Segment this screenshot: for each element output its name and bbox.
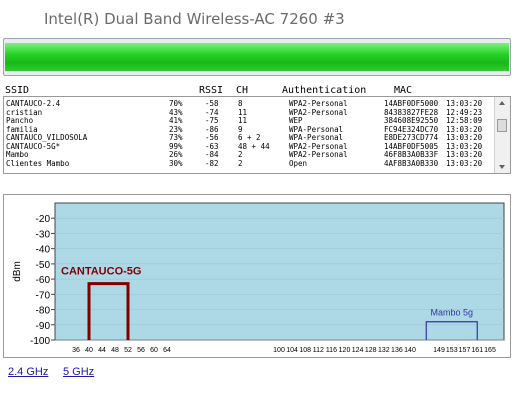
cell-ssid: Mambo [6,150,29,159]
y-tick-label: -40 [36,245,51,256]
x-tick-label: 132 [378,347,390,354]
x-tick-label: 157 [459,347,471,354]
tab-5-ghz[interactable]: 5 GHz [63,366,94,378]
signal-strength-bar [3,38,511,76]
x-tick-label: 40 [85,347,93,354]
network-label: CANTAUCO-5G [61,266,141,278]
x-tick-label: 153 [446,347,458,354]
x-tick-label: 64 [163,347,171,354]
cell-mac: 46F8B3A0B33F [384,150,439,159]
cell-rssi: -84 [205,150,219,159]
column-header-authentication[interactable]: Authentication [282,85,366,96]
cell-ch: 2 [238,150,243,159]
y-tick-label: -50 [36,260,51,271]
column-header-ch[interactable]: CH [236,85,248,96]
cell-pct: 26% [169,150,183,159]
x-tick-label: 108 [299,347,311,354]
x-tick-label: 165 [484,347,496,354]
x-tick-label: 140 [404,347,416,354]
cell-mac: 4AF8B3A0B330 [384,158,439,168]
x-tick-label: 120 [339,347,351,354]
list-scrollbar[interactable] [494,97,510,173]
x-tick-label: 36 [72,347,80,354]
cell-auth: Open [289,158,308,168]
cell-time: 13:03:20 [446,133,483,142]
cell-ch: 48 + 44 [238,141,270,151]
network-list[interactable]: CANTAUCO-2.4 70% -58 8 WPA2-Personal 14ABF0DF… [3,96,511,174]
y-tick-label: -90 [36,321,51,332]
x-tick-label: 100 [273,347,285,354]
cell-time: 13:03:20 [446,99,483,108]
network-label: Mambo 5g [430,308,473,318]
x-tick-label: 116 [326,347,337,354]
cell-ch: 8 [238,99,243,108]
tab-2-4-ghz[interactable]: 2.4 GHz [8,366,48,378]
x-tick-label: 161 [471,347,483,354]
cell-ch: 11 [238,116,248,125]
cell-ssid: Pancho [6,116,34,125]
y-tick-label: -60 [36,275,51,286]
scroll-down-icon[interactable] [499,165,505,169]
cell-mac: E8DE273CD774 [384,133,439,142]
cell-rssi: -82 [205,158,219,168]
y-tick-label: -80 [36,306,51,317]
x-tick-label: 104 [286,347,298,354]
x-tick-label: 48 [111,347,119,354]
channel-chart-frame: -20 -30 -40 -50 -60 -70 -80 -90 -100 dBm 36 40 44 48 5… [3,194,511,358]
x-tick-label: 56 [137,347,145,354]
x-tick-label: 60 [150,347,158,354]
y-axis-label: dBm [12,261,23,282]
cell-auth: WPA2-Personal [289,150,348,159]
cell-auth: WEP [289,116,303,125]
cell-auth: WPA-Personal [289,133,344,142]
y-tick-label: -100 [30,336,50,347]
cell-time: 12:58:09 [446,116,483,125]
cell-rssi: -56 [205,133,219,142]
cell-mac: 384608E92550 [384,116,439,125]
cell-ssid: Clientes Mambo [6,158,70,168]
signal-strength-fill [5,43,509,71]
column-header-ssid[interactable]: SSID [5,85,29,96]
scroll-thumb[interactable] [497,119,507,132]
column-header-rssi[interactable]: RSSI [199,85,223,96]
cell-rssi: -75 [205,116,219,125]
cell-mac: 14ABF0DF5000 [384,99,439,108]
cell-ch: 2 [238,158,243,168]
y-tick-label: -20 [36,214,51,225]
cell-ch: 6 + 2 [238,133,261,142]
cell-time: 13:03:20 [446,158,483,168]
x-tick-label: 128 [365,347,377,354]
x-tick-label: 112 [313,347,324,354]
cell-ssid: CANTAUCO_VILDOSOLA [6,133,88,142]
y-tick-label: -30 [36,229,51,240]
cell-pct: 30% [169,158,183,168]
cell-ssid: CANTAUCO-2.4 [6,99,61,108]
column-header-mac[interactable]: MAC [394,85,412,96]
x-tick-label: 124 [352,347,364,354]
channel-chart: -20 -30 -40 -50 -60 -70 -80 -90 -100 dBm 36 40 44 48 5… [12,202,505,354]
y-tick-label: -70 [36,290,51,301]
window-title: Intel(R) Dual Band Wireless-AC 7260 #3 [44,10,345,28]
x-tick-label: 136 [391,347,403,354]
cell-rssi: -58 [205,99,219,108]
scroll-up-icon[interactable] [499,101,505,105]
x-tick-label: 149 [433,347,445,354]
x-tick-label: 44 [98,347,106,354]
cell-time: 13:03:20 [446,150,483,159]
cell-pct: 70% [169,99,183,108]
cell-pct: 41% [169,116,183,125]
cell-auth: WPA2-Personal [289,99,348,108]
cell-pct: 73% [169,133,183,142]
x-tick-label: 52 [124,347,132,354]
